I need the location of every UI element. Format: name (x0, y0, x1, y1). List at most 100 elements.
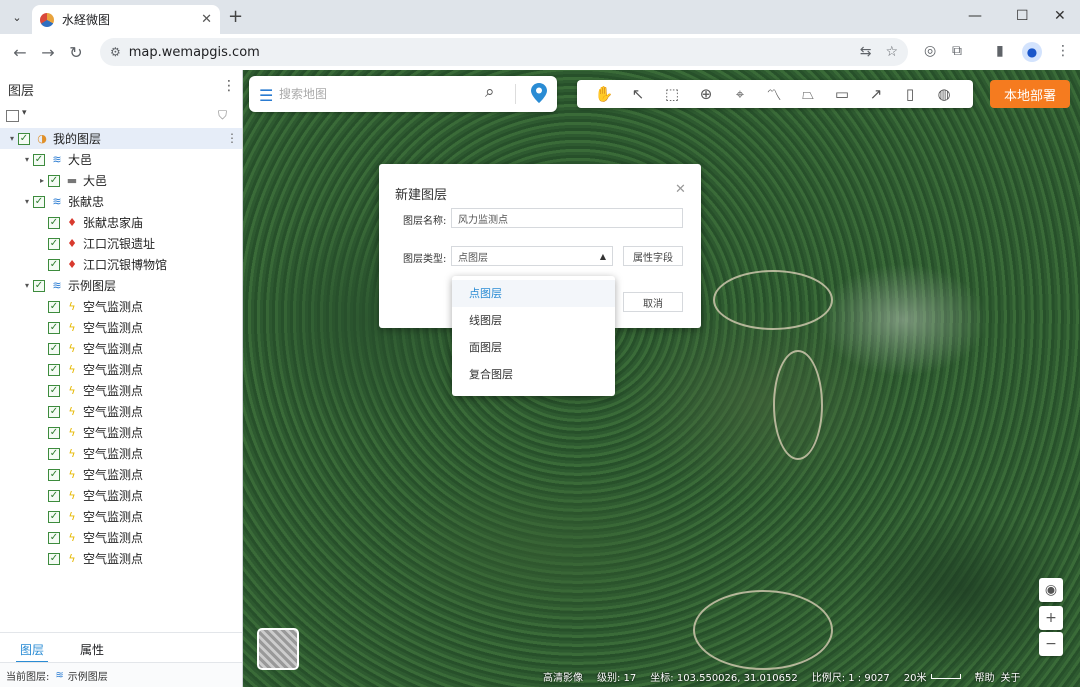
select-arrow-icon[interactable]: ↖ (621, 85, 655, 103)
layer-visibility-checkbox[interactable]: ✓ (48, 531, 60, 544)
layer-visibility-checkbox[interactable]: ✓ (18, 132, 30, 145)
tab-search-icon[interactable]: ⌄ (6, 6, 28, 28)
back-icon[interactable]: ← (6, 43, 34, 62)
layer-tree-row[interactable]: ▾ ✓ ≋ 示例图层 (0, 275, 242, 296)
profile-avatar-icon[interactable]: ● (1022, 42, 1042, 62)
layer-visibility-checkbox[interactable]: ✓ (48, 510, 60, 523)
url-text[interactable]: map.wemapgis.com (129, 45, 846, 60)
draw-polygon-icon[interactable]: ⏢ (791, 85, 825, 103)
browser-tab[interactable]: 水経微图 ✕ (32, 5, 220, 34)
browser-menu-icon[interactable]: ⋮ (1056, 43, 1070, 59)
extensions-puzzle-icon[interactable]: ⧉ (952, 43, 962, 59)
layer-visibility-checkbox[interactable]: ✓ (48, 552, 60, 565)
layer-visibility-checkbox[interactable]: ✓ (48, 321, 60, 334)
tab-layers[interactable]: 图层 (15, 641, 49, 663)
option-line-layer[interactable]: 线图层 (452, 307, 615, 334)
sidebar-more-icon[interactable]: ⋮ (222, 78, 236, 94)
layer-tree-row[interactable]: ▾ ✓ ≋ 大邑 (0, 149, 242, 170)
layer-tree-row[interactable]: ✓ ϟ 空气监测点 (0, 338, 242, 359)
forward-icon[interactable]: → (34, 43, 62, 62)
layer-visibility-checkbox[interactable]: ✓ (48, 216, 60, 229)
layer-visibility-checkbox[interactable]: ✓ (48, 489, 60, 502)
mobile-icon[interactable]: ▯ (893, 85, 927, 103)
layer-tree-row[interactable]: ✓ ϟ 空气监测点 (0, 422, 242, 443)
draw-line-icon[interactable]: 〽 (757, 84, 791, 105)
layer-visibility-checkbox[interactable]: ✓ (48, 237, 60, 250)
layer-tree-row[interactable]: ✓ ♦ 张献忠家庙 (0, 212, 242, 233)
location-pin-icon[interactable] (531, 83, 547, 103)
local-deploy-button[interactable]: 本地部署 (990, 80, 1070, 108)
layer-tree-row[interactable]: ✓ ϟ 空气监测点 (0, 506, 242, 527)
cancel-button[interactable]: 取消 (623, 292, 683, 312)
layer-visibility-checkbox[interactable]: ✓ (48, 447, 60, 460)
layer-tree-row[interactable]: ✓ ϟ 空气监测点 (0, 401, 242, 422)
list-dropdown-icon[interactable]: ▾ (22, 108, 27, 118)
address-bar[interactable]: ⚙ map.wemapgis.com ⇆ ☆ (100, 38, 908, 66)
layer-tree-row[interactable]: ✓ ϟ 空气监测点 (0, 380, 242, 401)
globe-icon[interactable]: ◍ (927, 85, 961, 103)
site-info-icon[interactable]: ⚙ (110, 45, 121, 59)
layer-visibility-checkbox[interactable]: ✓ (48, 342, 60, 355)
window-close-icon[interactable]: ✕ (1054, 8, 1066, 24)
zoom-area-icon[interactable]: ⊕ (689, 85, 723, 103)
layer-visibility-checkbox[interactable]: ✓ (48, 174, 60, 187)
side-panel-icon[interactable]: ▮ (996, 43, 1004, 59)
zoom-in-button[interactable]: + (1039, 606, 1063, 630)
layer-visibility-checkbox[interactable]: ✓ (48, 405, 60, 418)
row-more-icon[interactable]: ⋮ (226, 131, 238, 145)
menu-icon[interactable]: ☰ (259, 86, 273, 105)
tab-close-icon[interactable]: ✕ (201, 12, 212, 27)
basemap-switcher[interactable] (257, 628, 299, 670)
minimize-icon[interactable]: — (968, 8, 982, 24)
pan-hand-icon[interactable]: ✋ (587, 85, 621, 103)
layer-tree-row[interactable]: ✓ ϟ 空气监测点 (0, 464, 242, 485)
maximize-icon[interactable]: ☐ (1016, 8, 1029, 24)
tab-properties[interactable]: 属性 (80, 641, 104, 658)
layer-tree-row[interactable]: ✓ ϟ 空气监测点 (0, 296, 242, 317)
layer-visibility-checkbox[interactable]: ✓ (48, 468, 60, 481)
layer-tree-row[interactable]: ✓ ϟ 空气监测点 (0, 359, 242, 380)
option-polygon-layer[interactable]: 面图层 (452, 334, 615, 361)
layer-visibility-checkbox[interactable]: ✓ (33, 195, 45, 208)
box-select-icon[interactable]: ⬚ (655, 85, 689, 103)
layer-tree-row[interactable]: ▾ ✓ ◑ 我的图层 ⋮ (0, 128, 242, 149)
layer-visibility-checkbox[interactable]: ✓ (33, 153, 45, 166)
option-composite-layer[interactable]: 复合图层 (452, 361, 615, 388)
layer-visibility-checkbox[interactable]: ✓ (48, 384, 60, 397)
draw-point-icon[interactable]: ⌖ (723, 85, 757, 103)
translate-icon[interactable]: ⇆ (860, 44, 872, 60)
measure-ruler-icon[interactable]: ▭ (825, 85, 859, 103)
help-link[interactable]: 帮助 (975, 669, 995, 684)
collapse-arrow-icon[interactable]: ▾ (21, 155, 33, 164)
layer-visibility-checkbox[interactable]: ✓ (48, 426, 60, 439)
layer-visibility-checkbox[interactable]: ✓ (48, 300, 60, 313)
identify-icon[interactable]: ↗ (859, 85, 893, 103)
layer-tree-row[interactable]: ✓ ♦ 江口沉银遗址 (0, 233, 242, 254)
locate-me-icon[interactable]: ◉ (1039, 578, 1063, 602)
layer-tree-row[interactable]: ✓ ϟ 空气监测点 (0, 443, 242, 464)
filter-icon[interactable]: ⛉ (218, 108, 227, 123)
attribute-fields-button[interactable]: 属性字段 (623, 246, 683, 266)
layer-tree-row[interactable]: ▾ ✓ ≋ 张献忠 (0, 191, 242, 212)
map-canvas[interactable]: ☰ ⌕ ✋ ↖ ⬚ ⊕ ⌖ 〽 ⏢ ▭ ↗ ▯ ◍ 本地部署 新建图层 ✕ 图层… (243, 70, 1080, 687)
search-icon[interactable]: ⌕ (485, 82, 495, 102)
layer-tree-row[interactable]: ✓ ϟ 空气监测点 (0, 485, 242, 506)
collapse-arrow-icon[interactable]: ▾ (21, 281, 33, 290)
collapse-arrow-icon[interactable]: ▾ (21, 197, 33, 206)
layer-tree-row[interactable]: ✓ ϟ 空气监测点 (0, 317, 242, 338)
layer-visibility-checkbox[interactable]: ✓ (48, 363, 60, 376)
bookmark-star-icon[interactable]: ☆ (885, 44, 898, 60)
expand-arrow-icon[interactable]: ▸ (36, 176, 48, 185)
extension-icon[interactable]: ◎ (924, 43, 936, 59)
reload-icon[interactable]: ↻ (62, 43, 90, 62)
layer-tree-row[interactable]: ✓ ϟ 空气监测点 (0, 527, 242, 548)
layer-tree-row[interactable]: ✓ ♦ 江口沉银博物馆 (0, 254, 242, 275)
collapse-arrow-icon[interactable]: ▾ (6, 134, 18, 143)
about-link[interactable]: 关于 (1001, 669, 1021, 684)
dialog-close-icon[interactable]: ✕ (675, 182, 686, 197)
layer-visibility-checkbox[interactable]: ✓ (33, 279, 45, 292)
layer-list-icon[interactable] (6, 110, 19, 122)
layer-tree-row[interactable]: ✓ ϟ 空气监测点 (0, 548, 242, 569)
layer-type-select[interactable]: 点图层 ▲ (451, 246, 613, 266)
layer-tree-row[interactable]: ▸ ✓ ▬ 大邑 (0, 170, 242, 191)
